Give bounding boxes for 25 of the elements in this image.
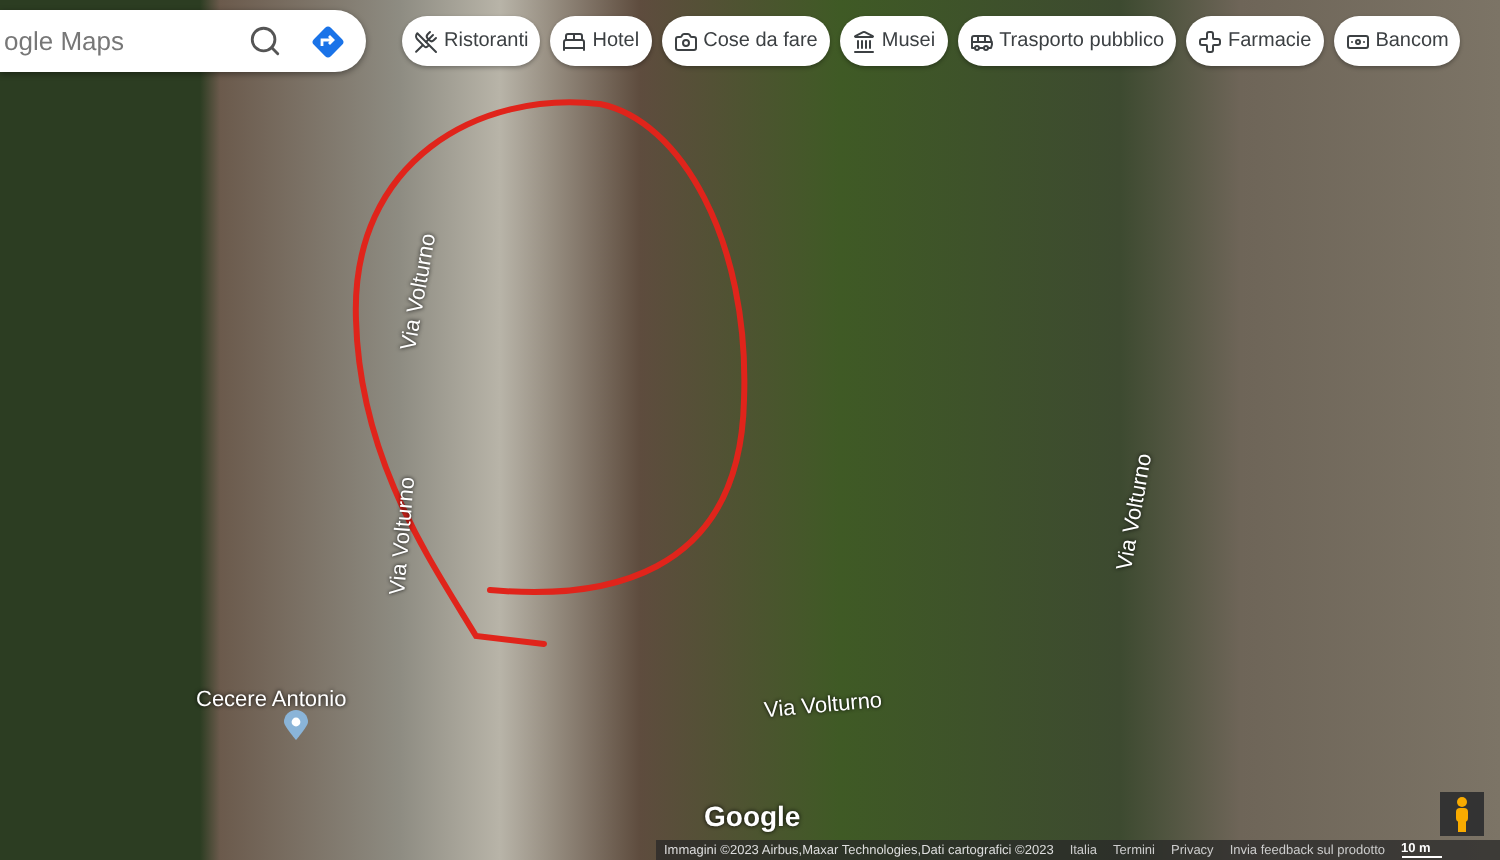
road-label: Via Volturno xyxy=(763,688,884,724)
road-label: Via Volturno xyxy=(397,231,442,353)
map-logo: Google xyxy=(704,800,801,832)
pegman-icon[interactable] xyxy=(1440,792,1484,836)
bed-icon xyxy=(562,29,587,53)
category-chip[interactable]: Ristoranti xyxy=(402,16,541,66)
category-chip[interactable]: Farmacie xyxy=(1186,16,1324,66)
search-icon[interactable] xyxy=(248,24,282,58)
banknote-icon xyxy=(1345,29,1370,53)
road-label: Via Volturno xyxy=(386,476,421,596)
category-chip[interactable]: Bancom xyxy=(1333,16,1461,66)
place-label: Cecere Antonio xyxy=(196,688,347,712)
road-label: Via Volturno xyxy=(1113,451,1158,573)
category-chip[interactable]: Trasporto pubblico xyxy=(957,16,1177,66)
map-pin-icon xyxy=(284,710,308,740)
camera-icon xyxy=(673,29,698,53)
cutlery-icon xyxy=(414,29,438,53)
category-chip[interactable]: Cose da fare xyxy=(661,16,830,66)
search-bar[interactable]: ogle Maps xyxy=(0,10,366,72)
cross-icon xyxy=(1198,29,1223,53)
category-chip[interactable]: Hotel xyxy=(550,16,652,66)
category-chip[interactable]: Musei xyxy=(839,16,948,66)
search-field[interactable]: ogle Maps xyxy=(0,26,220,56)
bus-icon xyxy=(969,29,994,53)
building-icon xyxy=(851,29,876,53)
